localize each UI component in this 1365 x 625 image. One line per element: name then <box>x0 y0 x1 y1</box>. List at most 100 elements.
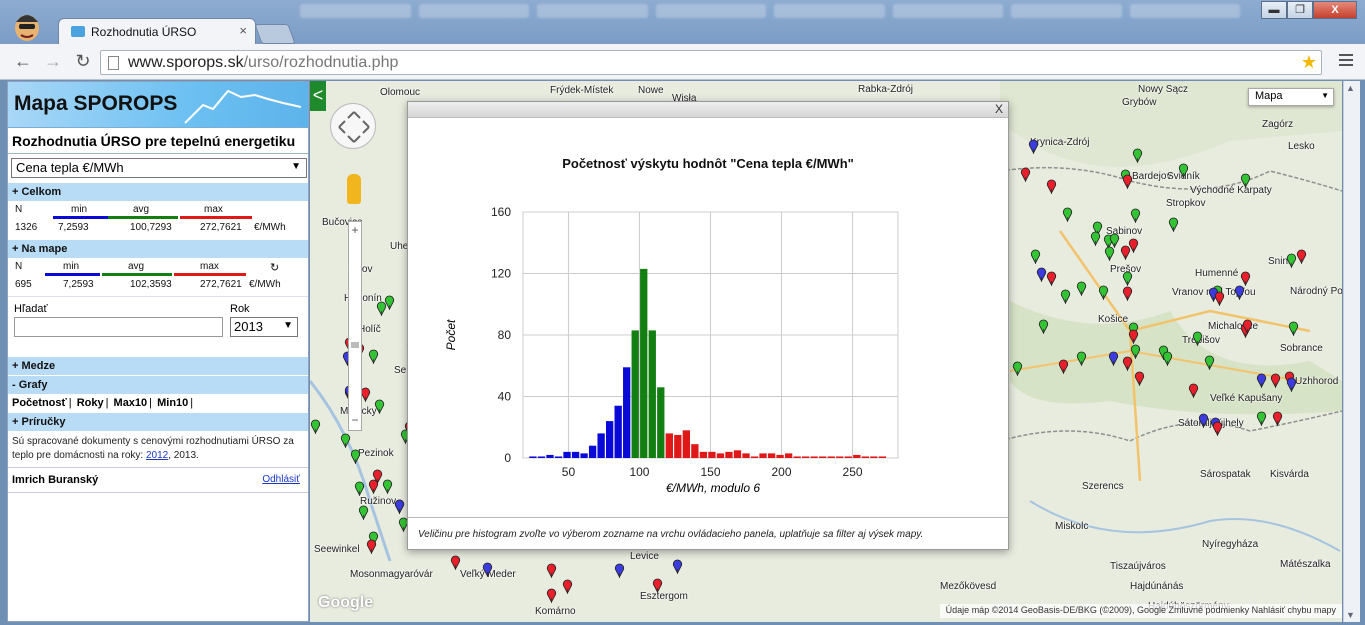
forward-arrow-icon[interactable]: → <box>42 52 64 72</box>
map-marker-icon[interactable] <box>1188 383 1199 398</box>
chart-link-min10[interactable]: Min10 <box>157 397 188 409</box>
logout-link[interactable]: Odhlásiť <box>262 474 300 485</box>
chart-link-years[interactable]: Roky <box>77 397 104 409</box>
map-marker-icon[interactable] <box>1020 167 1031 182</box>
map-marker-icon[interactable] <box>1062 207 1073 222</box>
chart-link-frequency[interactable]: Početnosť <box>12 397 67 409</box>
browser-tab-active[interactable]: Rozhodnutia ÚRSO × <box>58 18 256 44</box>
map-marker-icon[interactable] <box>368 349 379 364</box>
section-charts-header[interactable]: - Grafy <box>8 375 308 394</box>
scroll-up-icon[interactable]: ▲ <box>1346 83 1355 93</box>
map-marker-icon[interactable] <box>1122 286 1133 301</box>
map-marker-icon[interactable] <box>376 301 387 316</box>
search-input[interactable] <box>14 317 223 337</box>
zoom-handle[interactable] <box>351 342 359 348</box>
map-marker-icon[interactable] <box>1130 208 1141 223</box>
map-type-select[interactable]: Mapa ▼ <box>1248 88 1334 106</box>
map-marker-icon[interactable] <box>1076 281 1087 296</box>
page-scrollbar[interactable]: ▲ ▼ <box>1343 81 1360 622</box>
reload-icon[interactable]: ↻ <box>72 52 94 72</box>
map-marker-icon[interactable] <box>310 419 321 434</box>
map-marker-icon[interactable] <box>1028 139 1039 154</box>
map-marker-icon[interactable] <box>1038 319 1049 334</box>
new-tab-button[interactable] <box>254 24 296 44</box>
map-marker-icon[interactable] <box>1128 238 1139 253</box>
map-marker-icon[interactable] <box>1214 291 1225 306</box>
map-marker-icon[interactable] <box>1134 371 1145 386</box>
close-window-button[interactable]: X <box>1313 1 1357 19</box>
map-marker-icon[interactable] <box>1242 319 1253 334</box>
map-marker-icon[interactable] <box>354 481 365 496</box>
map-marker-icon[interactable] <box>546 563 557 578</box>
map-marker-icon[interactable] <box>1108 351 1119 366</box>
dialog-titlebar[interactable]: X <box>408 102 1008 118</box>
chart-link-max10[interactable]: Max10 <box>114 397 148 409</box>
map-marker-icon[interactable] <box>614 563 625 578</box>
year-select[interactable]: 2013 ▼ <box>230 317 298 337</box>
map-marker-icon[interactable] <box>1046 271 1057 286</box>
map-marker-icon[interactable] <box>1286 377 1297 392</box>
maximize-button[interactable]: ❐ <box>1287 1 1313 19</box>
map-marker-icon[interactable] <box>1212 421 1223 436</box>
bookmark-star-icon[interactable]: ★ <box>1301 52 1317 73</box>
refresh-icon[interactable]: ↻ <box>270 261 279 274</box>
map-marker-icon[interactable] <box>1270 373 1281 388</box>
map-marker-icon[interactable] <box>1296 249 1307 264</box>
browser-menu-icon[interactable] <box>1339 54 1353 69</box>
map-marker-icon[interactable] <box>1090 231 1101 246</box>
map-marker-icon[interactable] <box>450 555 461 570</box>
map-marker-icon[interactable] <box>1162 351 1173 366</box>
section-guides-header[interactable]: + Príručky <box>8 412 308 431</box>
map-marker-icon[interactable] <box>1130 344 1141 359</box>
panel-collapse-button[interactable]: < <box>310 81 326 111</box>
map-marker-icon[interactable] <box>340 433 351 448</box>
map-marker-icon[interactable] <box>350 449 361 464</box>
map-marker-icon[interactable] <box>368 479 379 494</box>
map-marker-icon[interactable] <box>1104 246 1115 261</box>
map-marker-icon[interactable] <box>1240 271 1251 286</box>
map-marker-icon[interactable] <box>1122 174 1133 189</box>
street-view-pegman-icon[interactable] <box>347 174 361 204</box>
map-marker-icon[interactable] <box>1192 331 1203 346</box>
map-marker-icon[interactable] <box>366 539 377 554</box>
map-marker-icon[interactable] <box>374 399 385 414</box>
map-marker-icon[interactable] <box>1168 217 1179 232</box>
map-marker-icon[interactable] <box>1098 285 1109 300</box>
map-marker-icon[interactable] <box>1030 249 1041 264</box>
map-marker-icon[interactable] <box>1132 148 1143 163</box>
map-marker-icon[interactable] <box>652 578 663 593</box>
map-marker-icon[interactable] <box>1288 321 1299 336</box>
map-marker-icon[interactable] <box>1060 289 1071 304</box>
map-marker-icon[interactable] <box>1234 285 1245 300</box>
back-arrow-icon[interactable]: ← <box>12 52 34 72</box>
map-marker-icon[interactable] <box>1256 373 1267 388</box>
section-total-header[interactable]: + Celkom <box>8 182 308 201</box>
map-marker-icon[interactable] <box>1058 359 1069 374</box>
map-marker-icon[interactable] <box>1272 411 1283 426</box>
map-marker-icon[interactable] <box>562 579 573 594</box>
map-marker-icon[interactable] <box>1128 329 1139 344</box>
map-marker-icon[interactable] <box>1198 413 1209 428</box>
section-limits-header[interactable]: + Medze <box>8 356 308 375</box>
map-marker-icon[interactable] <box>358 505 369 520</box>
zoom-out-icon[interactable]: − <box>349 414 361 428</box>
map-marker-icon[interactable] <box>394 499 405 514</box>
section-onmap-header[interactable]: + Na mape <box>8 239 308 258</box>
user-avatar-icon[interactable] <box>10 10 44 44</box>
dialog-close-button[interactable]: X <box>995 102 1003 116</box>
zoom-in-icon[interactable]: + <box>349 224 361 238</box>
quantity-select[interactable]: Cena tepla €/MWh ▼ <box>11 158 307 178</box>
map-marker-icon[interactable] <box>1256 411 1267 426</box>
map-marker-icon[interactable] <box>482 562 493 577</box>
scroll-down-icon[interactable]: ▼ <box>1346 610 1355 620</box>
map-marker-icon[interactable] <box>672 559 683 574</box>
map-marker-icon[interactable] <box>1076 351 1087 366</box>
map-marker-icon[interactable] <box>382 479 393 494</box>
map-marker-icon[interactable] <box>1046 179 1057 194</box>
map-marker-icon[interactable] <box>546 588 557 603</box>
map-marker-icon[interactable] <box>1204 355 1215 370</box>
year-2012-link[interactable]: 2012 <box>146 450 168 461</box>
map-marker-icon[interactable] <box>1240 173 1251 188</box>
map-marker-icon[interactable] <box>1178 163 1189 178</box>
map-marker-icon[interactable] <box>1012 361 1023 376</box>
